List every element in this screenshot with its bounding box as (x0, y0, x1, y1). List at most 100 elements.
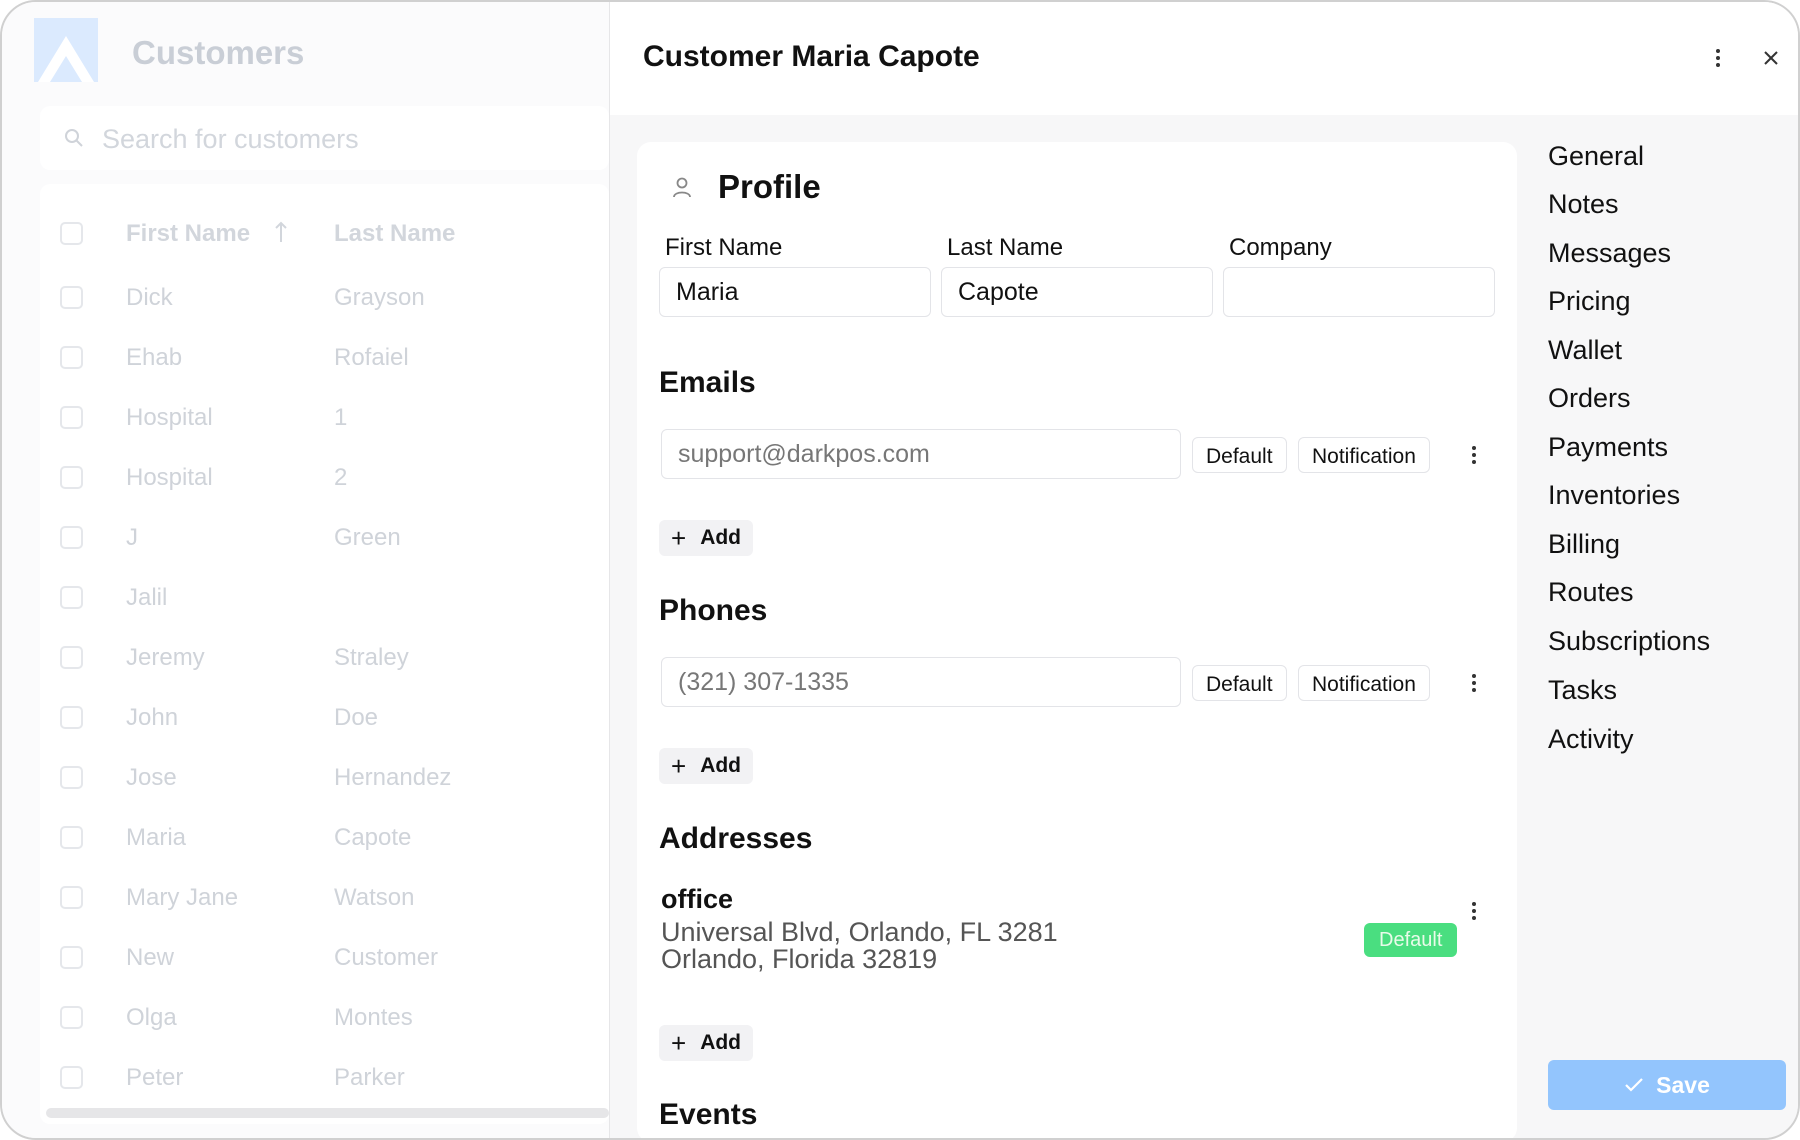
table-row[interactable]: J Green (40, 508, 609, 568)
phones-title: Phones (659, 594, 768, 627)
first-name-cell: Hospital (126, 404, 213, 431)
first-name-cell: Mary Jane (126, 884, 239, 911)
column-header-first-name[interactable]: First Name (126, 220, 250, 248)
plus-icon: + (671, 523, 687, 553)
nav-item-orders[interactable]: Orders (1548, 383, 1631, 414)
row-checkbox[interactable] (60, 406, 83, 429)
row-checkbox[interactable] (60, 886, 83, 909)
add-email-button[interactable]: + Add (659, 520, 754, 556)
table-row[interactable]: Jeremy Straley (40, 628, 609, 688)
row-checkbox[interactable] (60, 1006, 83, 1029)
nav-item-routes[interactable]: Routes (1548, 577, 1634, 608)
table-row[interactable]: Hospital 1 (40, 388, 609, 448)
table-row[interactable]: Olga Montes (40, 988, 609, 1048)
close-icon[interactable] (1753, 40, 1789, 76)
app-window: Customers Search for customers First Nam… (0, 0, 1800, 1140)
phone-default-button[interactable]: Default (1192, 665, 1287, 701)
check-icon (1625, 1078, 1643, 1092)
table-row[interactable]: New Customer (40, 928, 609, 988)
table-row[interactable]: Mary Jane Watson (40, 868, 609, 928)
first-name-cell: Hospital (126, 464, 213, 491)
app-title: Customers (132, 34, 305, 71)
more-vertical-icon[interactable] (1462, 437, 1486, 473)
plus-icon: + (671, 751, 687, 781)
user-icon (673, 177, 691, 198)
last-name-cell: Parker (334, 1064, 405, 1091)
nav-item-activity[interactable]: Activity (1548, 724, 1634, 755)
table-row[interactable]: Hospital 2 (40, 448, 609, 508)
add-address-button[interactable]: + Add (659, 1025, 754, 1061)
row-checkbox[interactable] (60, 586, 83, 609)
add-phone-button[interactable]: + Add (659, 748, 754, 784)
last-name-cell: Green (334, 524, 401, 551)
last-name-cell: Hernandez (334, 764, 452, 791)
table-row[interactable]: Peter Parker (40, 1048, 609, 1108)
nav-item-payments[interactable]: Payments (1548, 432, 1668, 463)
row-checkbox[interactable] (60, 826, 83, 849)
search-icon (65, 129, 83, 147)
save-button[interactable]: Save (1548, 1060, 1786, 1110)
search-input[interactable]: Search for customers (40, 106, 609, 170)
last-name-cell: Capote (334, 824, 412, 851)
last-name-label: Last Name (947, 234, 1064, 261)
last-name-cell: Rofaiel (334, 344, 409, 371)
row-checkbox[interactable] (60, 346, 83, 369)
drawer-title: Customer Maria Capote (643, 40, 980, 73)
details-card: Profile First Name Last Name Company Mar… (637, 142, 1517, 1138)
nav-item-notes[interactable]: Notes (1548, 189, 1619, 220)
nav-item-general[interactable]: General (1548, 141, 1644, 172)
sort-arrow-up-icon[interactable] (274, 220, 288, 244)
more-vertical-icon[interactable] (1462, 893, 1486, 929)
save-label: Save (1656, 1071, 1710, 1098)
table-row[interactable]: John Doe (40, 688, 609, 748)
phone-field[interactable]: (321) 307-1335 (661, 657, 1181, 707)
more-vertical-icon[interactable] (1462, 665, 1486, 701)
email-notification-button[interactable]: Notification (1298, 437, 1430, 473)
table-row[interactable]: Jalil (40, 568, 609, 628)
table-row[interactable]: Jose Hernandez (40, 748, 609, 808)
add-email-label: Add (700, 526, 742, 549)
last-name-field[interactable]: Capote (941, 267, 1213, 317)
phone-notification-button[interactable]: Notification (1298, 665, 1430, 701)
row-checkbox[interactable] (60, 1066, 83, 1089)
customers-list-panel: Customers Search for customers First Nam… (2, 2, 609, 1138)
row-checkbox[interactable] (60, 646, 83, 669)
email-field[interactable]: support@darkpos.com (661, 429, 1181, 479)
last-name-cell: Customer (334, 944, 439, 971)
nav-item-billing[interactable]: Billing (1548, 529, 1620, 560)
nav-item-wallet[interactable]: Wallet (1548, 335, 1622, 366)
addresses-title: Addresses (659, 822, 813, 855)
select-all-checkbox[interactable] (60, 222, 83, 245)
nav-item-pricing[interactable]: Pricing (1548, 286, 1631, 317)
table-row[interactable]: Ehab Rofaiel (40, 328, 609, 388)
address-default-badge: Default (1364, 923, 1458, 957)
first-name-cell: Ehab (126, 344, 183, 371)
address-name: office (661, 884, 734, 914)
nav-item-messages[interactable]: Messages (1548, 238, 1671, 269)
customer-drawer: Customer Maria Capote Profile First Name… (609, 2, 1798, 1138)
horizontal-scrollbar[interactable] (46, 1108, 609, 1118)
first-name-cell: John (126, 704, 179, 731)
more-vertical-icon[interactable] (1700, 40, 1736, 76)
first-name-label: First Name (665, 234, 783, 261)
search-placeholder: Search for customers (102, 124, 359, 154)
row-checkbox[interactable] (60, 766, 83, 789)
row-checkbox[interactable] (60, 466, 83, 489)
table-row[interactable]: Maria Capote (40, 808, 609, 868)
last-name-cell: Montes (334, 1004, 413, 1031)
column-header-last-name[interactable]: Last Name (334, 220, 455, 248)
email-default-button[interactable]: Default (1192, 437, 1287, 473)
nav-item-subscriptions[interactable]: Subscriptions (1548, 626, 1710, 657)
row-checkbox[interactable] (60, 706, 83, 729)
company-field[interactable] (1223, 267, 1495, 317)
nav-item-inventories[interactable]: Inventories (1548, 480, 1680, 511)
first-name-cell: Jeremy (126, 644, 205, 671)
first-name-field[interactable]: Maria (659, 267, 931, 317)
row-checkbox[interactable] (60, 286, 83, 309)
row-checkbox[interactable] (60, 946, 83, 969)
profile-title: Profile (718, 168, 821, 205)
table-row[interactable]: Dick Grayson (40, 268, 609, 328)
plus-icon: + (671, 1028, 687, 1058)
nav-item-tasks[interactable]: Tasks (1548, 675, 1617, 706)
row-checkbox[interactable] (60, 526, 83, 549)
